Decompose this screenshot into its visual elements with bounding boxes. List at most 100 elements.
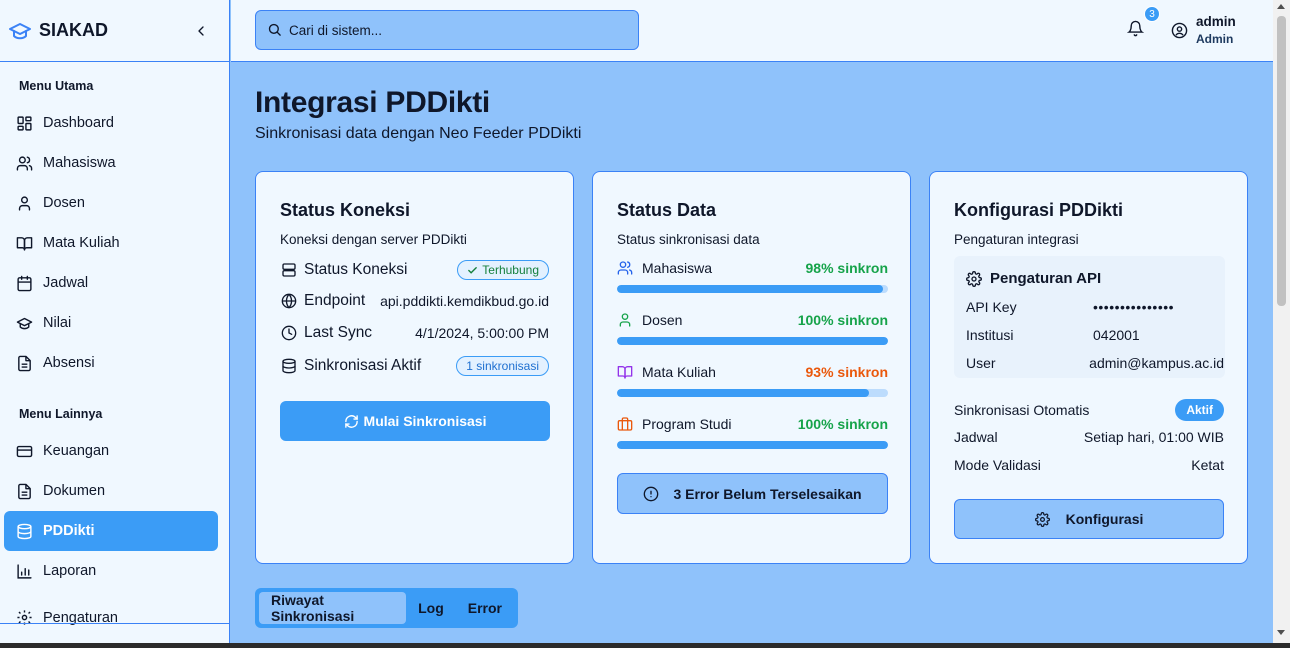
button-label: Mulai Sinkronisasi — [363, 413, 487, 429]
sidebar-item-label: Laporan — [43, 563, 97, 579]
data-item-program-studi: Program Studi 100% sinkron — [617, 415, 888, 449]
data-item-label: Mahasiswa — [642, 260, 713, 276]
sidebar-item-label: Dosen — [43, 195, 85, 211]
book-icon — [15, 234, 33, 252]
sidebar-item-label: Jadwal — [43, 275, 89, 291]
last-sync-row: Last Sync 4/1/2024, 5:00:00 PM — [280, 324, 549, 342]
sync-progress-bar — [617, 285, 888, 293]
scroll-down-arrow[interactable] — [1277, 630, 1285, 635]
refresh-icon — [344, 414, 359, 429]
database-icon — [15, 522, 33, 540]
validation-value: Ketat — [1191, 457, 1224, 473]
search-input[interactable] — [289, 22, 619, 38]
graduation-cap-icon — [15, 314, 33, 332]
status-badge: Terhubung — [457, 260, 549, 280]
scroll-up-arrow[interactable] — [1277, 4, 1285, 9]
sidebar-item-label: Dokumen — [43, 483, 106, 499]
user-name: admin — [1196, 14, 1236, 29]
sidebar-item-dokumen[interactable]: Dokumen — [4, 472, 218, 510]
tab-log[interactable]: Log — [406, 592, 456, 624]
tab-error[interactable]: Error — [456, 592, 514, 624]
database-icon — [280, 358, 297, 375]
data-item-label: Program Studi — [642, 416, 732, 432]
cfg-label: Mode Validasi — [954, 457, 1041, 473]
sidebar-item-keuangan[interactable]: Keuangan — [4, 432, 218, 470]
sidebar-item-dashboard[interactable]: Dashboard — [4, 104, 218, 142]
schedule-row: Jadwal Setiap hari, 01:00 WIB — [954, 429, 1224, 445]
server-icon — [280, 262, 297, 279]
bell-icon[interactable] — [1127, 20, 1145, 38]
button-label: Konfigurasi — [1065, 511, 1144, 527]
vertical-scrollbar[interactable] — [1273, 0, 1290, 643]
history-tabs: Riwayat Sinkronisasi Log Error — [255, 588, 518, 628]
sidebar-item-jadwal[interactable]: Jadwal — [4, 264, 218, 302]
sidebar-item-pddikti[interactable]: PDDikti — [4, 511, 218, 551]
sidebar-item-laporan[interactable]: Laporan — [4, 552, 218, 590]
sidebar-item-pengaturan[interactable]: Pengaturan — [4, 592, 218, 626]
gear-icon — [1034, 511, 1050, 527]
bar-chart-icon — [15, 562, 33, 580]
briefcase-icon — [617, 416, 633, 432]
check-icon — [468, 266, 478, 274]
sidebar-item-absensi[interactable]: Absensi — [4, 344, 218, 382]
scroll-thumb[interactable] — [1277, 16, 1286, 306]
row-label: Status Koneksi — [304, 261, 408, 278]
auto-sync-row: Sinkronisasi Otomatis Aktif — [954, 399, 1224, 421]
sidebar-item-mahasiswa[interactable]: Mahasiswa — [4, 144, 218, 182]
search-icon — [267, 22, 283, 38]
book-icon — [617, 364, 633, 380]
clock-icon — [280, 325, 297, 342]
api-key-value: ••••••••••••••• — [1093, 299, 1175, 315]
progress-fill — [617, 389, 870, 397]
sidebar-item-label: Nilai — [43, 315, 72, 331]
page-title: Integrasi PDDikti — [255, 86, 490, 119]
configuration-button[interactable]: Konfigurasi — [954, 499, 1224, 539]
sidebar-item-label: Mahasiswa — [43, 155, 116, 171]
sidebar-item-mata-kuliah[interactable]: Mata Kuliah — [4, 224, 218, 262]
users-icon — [617, 260, 633, 276]
sidebar: SIAKAD Menu Utama Dashboard Mahasiswa Do… — [0, 0, 230, 643]
sidebar-item-nilai[interactable]: Nilai — [4, 304, 218, 342]
sidebar-item-label: Keuangan — [43, 443, 110, 459]
sync-percent: 100% sinkron — [797, 416, 888, 432]
kv-label: User — [966, 355, 996, 371]
sync-percent: 93% sinkron — [805, 364, 888, 380]
card-title: Status Koneksi — [280, 200, 411, 220]
row-label: Sinkronisasi Aktif — [304, 357, 422, 374]
connection-status-row: Status Koneksi Terhubung — [280, 260, 549, 280]
page-subtitle: Sinkronisasi data dengan Neo Feeder PDDi… — [255, 125, 582, 142]
tab-riwayat-sinkronisasi[interactable]: Riwayat Sinkronisasi — [259, 592, 407, 624]
progress-fill — [617, 285, 883, 293]
api-settings-panel: Pengaturan API API Key ••••••••••••••• I… — [954, 256, 1225, 378]
connection-status-card: Status Koneksi Koneksi dengan server PDD… — [255, 171, 574, 564]
user-circle-icon — [1171, 22, 1189, 40]
row-label: Endpoint — [304, 292, 366, 309]
sync-progress-bar — [617, 389, 888, 397]
sidebar-item-label: Absensi — [43, 355, 95, 371]
schedule-value: Setiap hari, 01:00 WIB — [1083, 429, 1224, 445]
start-sync-button[interactable]: Mulai Sinkronisasi — [280, 401, 550, 441]
active-sync-row: Sinkronisasi Aktif 1 sinkronisasi — [280, 356, 549, 376]
user-menu[interactable]: admin Admin — [1171, 14, 1236, 48]
collapse-sidebar-button[interactable] — [193, 23, 213, 39]
cfg-label: Jadwal — [954, 429, 998, 445]
chevron-left-icon — [198, 25, 204, 36]
data-item-dosen: Dosen 100% sinkron — [617, 311, 888, 345]
globe-icon — [280, 293, 297, 310]
card-description: Status sinkronisasi data — [617, 232, 760, 247]
data-status-card: Status Data Status sinkronisasi data Mah… — [592, 171, 911, 564]
cfg-label: Sinkronisasi Otomatis — [954, 402, 1090, 418]
auto-sync-toggle[interactable]: Aktif — [1175, 399, 1224, 421]
button-label: 3 Error Belum Terselesaikan — [673, 485, 862, 502]
unresolved-errors-button[interactable]: 3 Error Belum Terselesaikan — [617, 473, 888, 514]
sidebar-item-label: Dashboard — [43, 115, 114, 131]
endpoint-value: api.pddikti.kemdikbud.go.id — [380, 293, 549, 309]
progress-fill — [617, 441, 888, 449]
card-title: Status Data — [617, 200, 717, 220]
sidebar-item-dosen[interactable]: Dosen — [4, 184, 218, 222]
gear-icon — [966, 270, 982, 287]
last-sync-value: 4/1/2024, 5:00:00 PM — [415, 325, 549, 341]
search-box[interactable] — [255, 10, 639, 50]
api-key-row: API Key ••••••••••••••• — [966, 299, 1224, 315]
sync-progress-bar — [617, 337, 888, 345]
